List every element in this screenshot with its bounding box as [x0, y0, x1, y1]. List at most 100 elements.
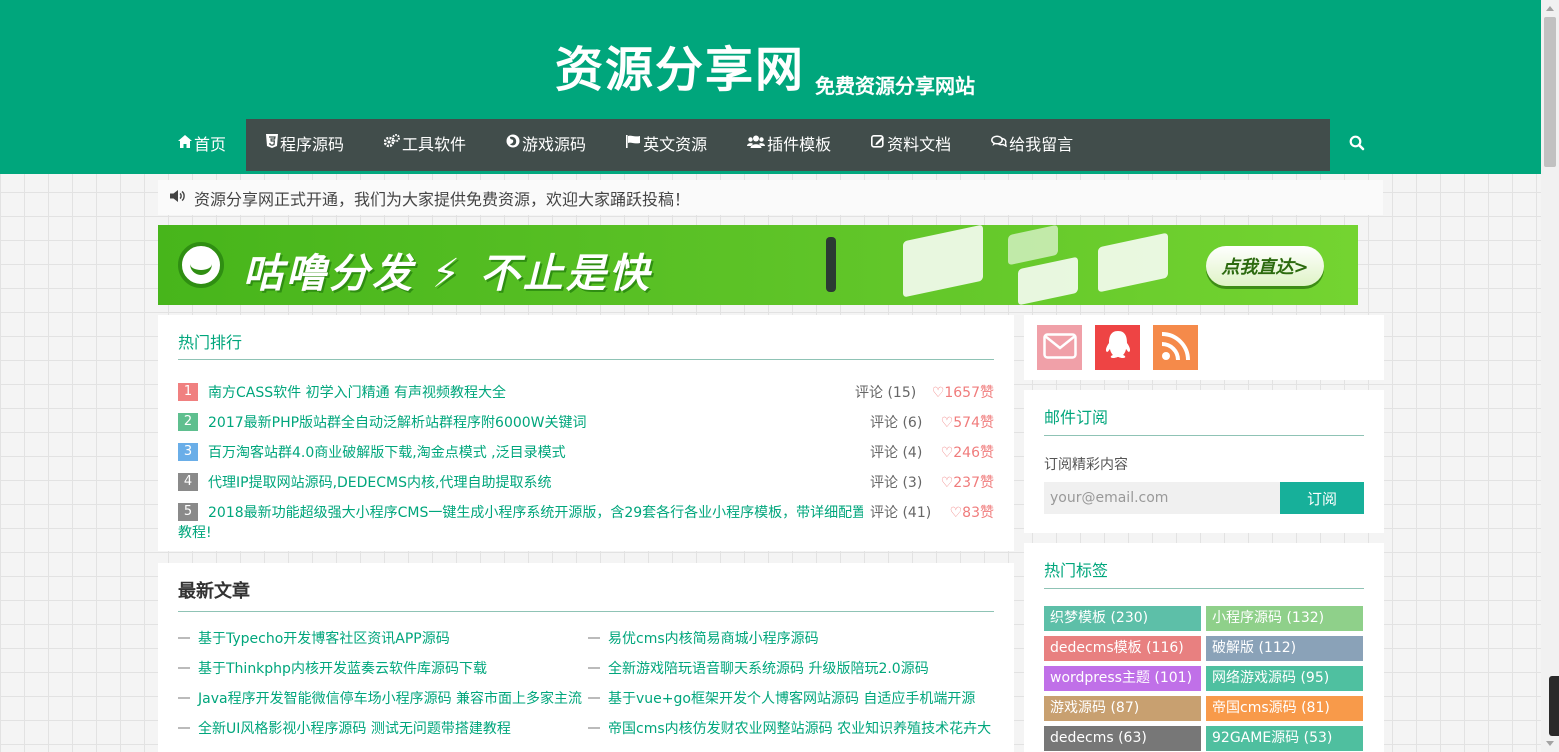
- bullet: [588, 727, 600, 729]
- hot-item-likes[interactable]: ♡237赞: [941, 473, 994, 493]
- nav-item-label: 插件模板: [767, 135, 832, 154]
- article-link[interactable]: 全新UI风格影视小程序源码 测试无问题带搭建教程: [178, 718, 511, 738]
- nav-item-label: 给我留言: [1009, 135, 1074, 154]
- article-title[interactable]: 基于vue+go框架开发个人博客网站源码 自适应手机端开源: [608, 688, 975, 708]
- hot-list-item[interactable]: 3 百万淘客站群4.0商业破解版下载,淘金点模式 ,泛目录模式 评论 (4) ♡…: [178, 441, 994, 471]
- site-logo-title[interactable]: 资源分享网: [555, 40, 805, 100]
- hot-item-title[interactable]: 南方CASS软件 初学入门精通 有声视频教程大全: [208, 383, 506, 403]
- html5-icon: [266, 119, 279, 171]
- hot-item-title[interactable]: 2018最新功能超级强大小程序CMS一键生成小程序系统开源版，含29套各行各业小…: [208, 503, 863, 523]
- article-link[interactable]: 全新游戏陪玩语音聊天系统源码 升级版陪玩2.0源码: [588, 658, 998, 678]
- tags-title: 热门标签: [1044, 561, 1109, 580]
- tag-link[interactable]: 织梦模板 (230): [1044, 606, 1201, 631]
- site-header: 资源分享网 免费资源分享网站: [0, 0, 1541, 118]
- nav-item-guestbook[interactable]: 给我留言: [971, 119, 1093, 171]
- article-title[interactable]: 全新游戏陪玩语音聊天系统源码 升级版陪玩2.0源码: [608, 658, 929, 678]
- hot-item-title[interactable]: 百万淘客站群4.0商业破解版下载,淘金点模式 ,泛目录模式: [208, 443, 566, 463]
- nav-item-label: 首页: [194, 135, 227, 154]
- nav-item-english[interactable]: 英文资源: [606, 119, 727, 171]
- tag-link[interactable]: 帝国cms源码 (81): [1206, 696, 1363, 721]
- nav-item-label: 资料文档: [887, 135, 952, 154]
- divider: [1044, 435, 1364, 436]
- social-rss-button[interactable]: [1153, 325, 1198, 370]
- envelope-icon: [1042, 332, 1077, 363]
- article-link[interactable]: 基于Typecho开发博客社区资讯APP源码: [178, 628, 450, 648]
- hot-ranking-title: 热门排行: [178, 333, 243, 352]
- hot-list-item[interactable]: 4 代理IP提取网站源码,DEDECMS内核,代理自助提取系统 评论 (3) ♡…: [178, 471, 994, 501]
- article-title[interactable]: Java程序开发智能微信停车场小程序源码 兼容市面上多家主流: [198, 688, 582, 708]
- tag-link[interactable]: 小程序源码 (132): [1206, 606, 1363, 631]
- hot-item-likes[interactable]: ♡1657赞: [932, 383, 994, 403]
- hot-item-likes[interactable]: ♡246赞: [941, 443, 994, 463]
- hot-item-comments: 评论 (15): [855, 385, 917, 401]
- article-title[interactable]: 易优cms内核简易商城小程序源码: [608, 628, 819, 648]
- tag-link[interactable]: dedecms (63): [1044, 726, 1201, 751]
- article-link[interactable]: 帝国cms内核仿发财农业网整站源码 农业知识养殖技术花卉大: [588, 718, 998, 738]
- rss-icon: [1161, 331, 1191, 365]
- article-title[interactable]: 帝国cms内核仿发财农业网整站源码 农业知识养殖技术花卉大: [608, 718, 991, 738]
- site-slogan: 免费资源分享网站: [815, 74, 975, 98]
- hot-item-title[interactable]: 代理IP提取网站源码,DEDECMS内核,代理自助提取系统: [208, 473, 551, 493]
- scroll-down-arrow-icon[interactable]: [1541, 735, 1559, 752]
- hot-item-comments: 评论 (3): [870, 475, 923, 491]
- social-email-button[interactable]: [1037, 325, 1082, 370]
- article-link[interactable]: 基于Thinkphp内核开发蓝奏云软件库源码下载: [178, 658, 487, 678]
- firefox-icon: [506, 119, 520, 171]
- divider: [178, 611, 994, 612]
- article-title[interactable]: 全新UI风格影视小程序源码 测试无问题带搭建教程: [198, 718, 511, 738]
- tag-link[interactable]: 92GAME源码 (53): [1206, 726, 1363, 751]
- nav-item-plugins[interactable]: 插件模板: [727, 119, 851, 171]
- banner-slogan: 咕噜分发 ⚡ 不止是快: [243, 251, 652, 297]
- article-link[interactable]: 基于vue+go框架开发个人博客网站源码 自适应手机端开源: [588, 688, 998, 708]
- search-button[interactable]: [1330, 119, 1383, 171]
- hot-item-likes[interactable]: ♡83赞: [950, 503, 994, 523]
- announcement-bar: 资源分享网正式开通，我们为大家提供免费资源，欢迎大家踊跃投稿！: [158, 180, 1383, 215]
- cogs-icon: [383, 119, 401, 171]
- hot-list-item[interactable]: 1 南方CASS软件 初学入门精通 有声视频教程大全 评论 (15) ♡1657…: [178, 381, 994, 411]
- article-title[interactable]: 基于Thinkphp内核开发蓝奏云软件库源码下载: [198, 658, 487, 678]
- tag-link[interactable]: wordpress主题 (101): [1044, 666, 1201, 691]
- email-field[interactable]: [1044, 482, 1280, 514]
- hot-tags-panel: 热门标签 织梦模板 (230) 小程序源码 (132) dedecms模板 (1…: [1024, 543, 1384, 752]
- bullet: [178, 637, 190, 639]
- hot-list-item[interactable]: 5 2018最新功能超级强大小程序CMS一键生成小程序系统开源版，含29套各行各…: [178, 501, 994, 545]
- banner-logo: [178, 242, 224, 288]
- article-link[interactable]: 易优cms内核简易商城小程序源码: [588, 628, 998, 648]
- nav-item-source-code[interactable]: 程序源码: [246, 119, 364, 171]
- nav-item-game-source[interactable]: 游戏源码: [486, 119, 606, 171]
- bullet: [178, 727, 190, 729]
- comments-icon: [991, 119, 1008, 171]
- bullet: [588, 667, 600, 669]
- tag-link[interactable]: 游戏源码 (87): [1044, 696, 1201, 721]
- social-qq-button[interactable]: [1095, 325, 1140, 370]
- article-link[interactable]: Java程序开发智能微信停车场小程序源码 兼容市面上多家主流: [178, 688, 582, 708]
- tag-link[interactable]: 网络游戏源码 (95): [1206, 666, 1363, 691]
- qq-icon: [1103, 330, 1133, 366]
- banner-ad[interactable]: 咕噜分发 ⚡ 不止是快 点我直达>: [158, 225, 1358, 305]
- page-scrollbar[interactable]: [1541, 0, 1559, 752]
- divider: [178, 359, 994, 360]
- hot-list-item[interactable]: 2 2017最新PHP版站群全自动泛解析站群程序附6000W关键词 评论 (6)…: [178, 411, 994, 441]
- banner-illustration-person: [826, 237, 836, 292]
- latest-articles-panel: 最新文章 基于Typecho开发博客社区资讯APP源码 基于Thinkphp内核…: [158, 563, 1014, 752]
- tag-link[interactable]: 破解版 (112): [1206, 636, 1363, 661]
- nav-item-home[interactable]: 首页: [158, 119, 247, 171]
- hot-ranking-panel: 热门排行 1 南方CASS软件 初学入门精通 有声视频教程大全 评论 (15) …: [158, 315, 1014, 551]
- floating-side-widget[interactable]: [1549, 676, 1559, 736]
- banner-go-button[interactable]: 点我直达>: [1206, 246, 1324, 286]
- article-title[interactable]: 基于Typecho开发博客社区资讯APP源码: [198, 628, 450, 648]
- hot-item-comments: 评论 (4): [870, 445, 923, 461]
- subscribe-button[interactable]: 订阅: [1280, 482, 1364, 514]
- scrollbar-thumb[interactable]: [1544, 17, 1556, 167]
- users-icon: [747, 119, 766, 171]
- hot-item-likes[interactable]: ♡574赞: [941, 413, 994, 433]
- tag-link[interactable]: dedecms模板 (116): [1044, 636, 1201, 661]
- hot-item-title[interactable]: 2017最新PHP版站群全自动泛解析站群程序附6000W关键词: [208, 413, 587, 433]
- hot-item-title-continued[interactable]: 教程!: [178, 523, 212, 543]
- rank-badge: 2: [178, 413, 198, 431]
- scroll-up-arrow-icon[interactable]: [1541, 0, 1559, 17]
- nav-item-tools[interactable]: 工具软件: [364, 119, 486, 171]
- main-navigation: 首页 程序源码 工具软件 游戏源码 英文资源 插件模板 资料文档 给我留言: [0, 118, 1541, 174]
- nav-item-docs[interactable]: 资料文档: [851, 119, 971, 171]
- subscribe-title: 邮件订阅: [1044, 408, 1109, 427]
